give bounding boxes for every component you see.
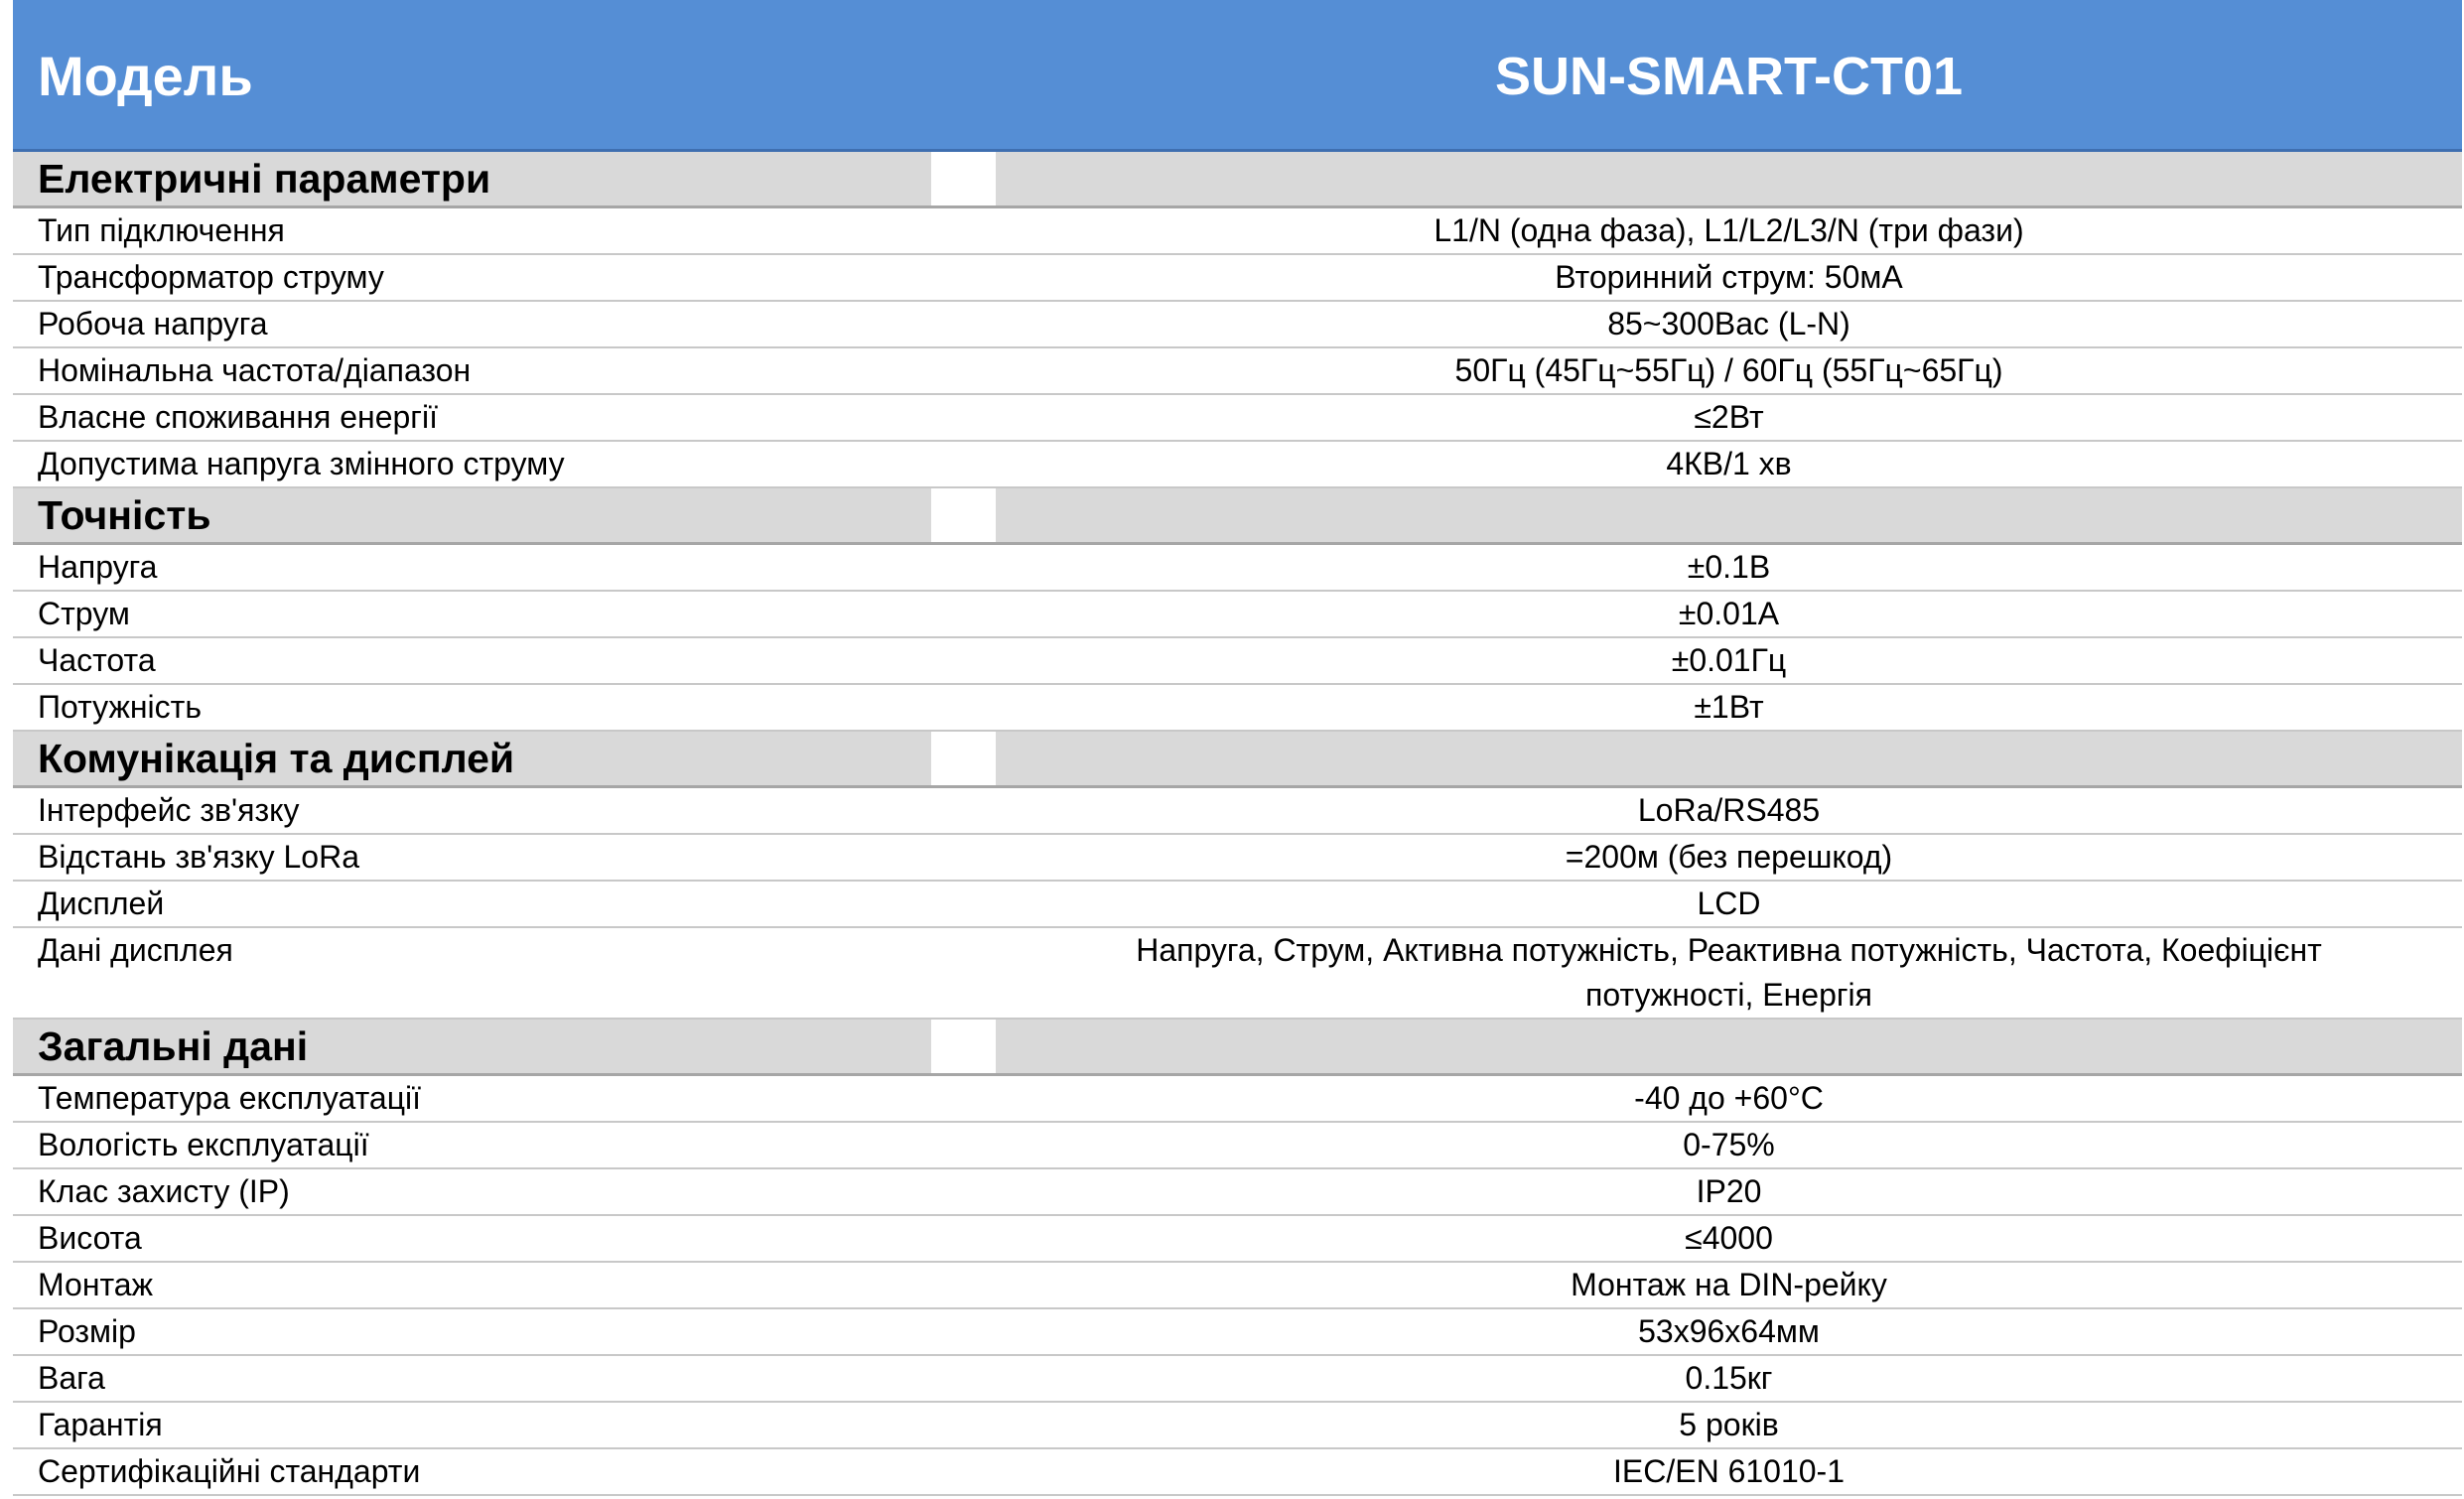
- table-row: Відстань зв'язку LoRa =200м (без перешкод…: [13, 835, 2462, 882]
- table-header: Модель SUN-SMART-CT01: [13, 0, 2462, 152]
- section-gap: [931, 732, 996, 785]
- table-row: Частота ±0.01Гц: [13, 638, 2462, 685]
- row-value: 0-75%: [1683, 1127, 1775, 1162]
- row-value: ±0.01Гц: [1671, 642, 1787, 678]
- section-title: Загальні дані: [13, 1020, 931, 1073]
- row-value: ≤4000: [1685, 1220, 1773, 1256]
- table-row: Власне споживання енергії ≤2Вт: [13, 395, 2462, 442]
- row-value: IP20: [1696, 1173, 1762, 1209]
- table-row: Трансформатор струму Вторинний струм: 50м…: [13, 255, 2462, 302]
- table-row: Монтаж Монтаж на DIN-рейку: [13, 1263, 2462, 1309]
- row-label: Температура експлуатації: [38, 1080, 422, 1116]
- row-label: Допустима напруга змінного струму: [38, 446, 565, 481]
- row-value: 53x96x64мм: [1638, 1313, 1820, 1349]
- table-row: Гарантія 5 років: [13, 1403, 2462, 1449]
- section-title: Комунікація та дисплей: [13, 732, 931, 785]
- table-row: Висота ≤4000: [13, 1216, 2462, 1263]
- row-label: Дані дисплея: [38, 932, 233, 968]
- row-label: Номінальна частота/діапазон: [38, 352, 472, 388]
- model-name: SUN-SMART-CT01: [1494, 46, 1964, 106]
- row-value: L1/N (одна фаза), L1/L2/L3/N (три фази): [1434, 212, 2024, 248]
- spec-table-body: Електричні параметри Тип підключення L1/N …: [13, 152, 2462, 1496]
- table-row: Розмір 53x96x64мм: [13, 1309, 2462, 1356]
- row-label: Гарантія: [38, 1407, 163, 1442]
- row-label: Сертифікаційні стандарти: [38, 1453, 421, 1489]
- table-row: Дані дисплея Напруга, Струм, Активна поту…: [13, 928, 2462, 1020]
- spec-sheet: Модель SUN-SMART-CT01 Електричні парамет…: [13, 0, 2462, 1496]
- table-row: Температура експлуатації -40 до +60°C: [13, 1076, 2462, 1123]
- row-label: Робоча напруга: [38, 306, 268, 341]
- section-gap: [931, 1020, 996, 1073]
- section-gap: [931, 152, 996, 205]
- row-label: Розмір: [38, 1313, 136, 1349]
- table-row: Тип підключення L1/N (одна фаза), L1/L2/L…: [13, 208, 2462, 255]
- row-label: Дисплей: [38, 886, 165, 921]
- row-value: LCD: [1697, 886, 1761, 921]
- table-row: Дисплей LCD: [13, 882, 2462, 928]
- table-row: Допустима напруга змінного струму 4КВ/1 х…: [13, 442, 2462, 488]
- section-fill: [996, 1020, 2462, 1073]
- row-label: Клас захисту (IP): [38, 1173, 290, 1209]
- row-label: Інтерфейс зв'язку: [38, 792, 300, 828]
- row-label: Монтаж: [38, 1267, 153, 1302]
- row-label: Вага: [38, 1360, 105, 1396]
- row-label: Частота: [38, 642, 156, 678]
- model-label: Модель: [38, 45, 253, 107]
- section-title: Електричні параметри: [13, 152, 931, 205]
- row-label: Тип підключення: [38, 212, 285, 248]
- row-value: 4КВ/1 хв: [1666, 446, 1792, 481]
- section-header: Комунікація та дисплей: [13, 732, 2462, 788]
- table-row: Вологість експлуатації 0-75%: [13, 1123, 2462, 1169]
- row-label: Вологість експлуатації: [38, 1127, 369, 1162]
- row-label: Трансформатор струму: [38, 259, 384, 295]
- row-value: ±0.1В: [1687, 549, 1771, 585]
- row-value: Монтаж на DIN-рейку: [1571, 1267, 1887, 1302]
- row-label: Відстань зв'язку LoRa: [38, 839, 359, 875]
- table-row: Вага 0.15кг: [13, 1356, 2462, 1403]
- row-value: 50Гц (45Гц~55Гц) / 60Гц (55Гц~65Гц): [1454, 352, 2003, 388]
- row-label: Потужність: [38, 689, 202, 725]
- row-label: Висота: [38, 1220, 142, 1256]
- row-value: LoRa/RS485: [1637, 792, 1821, 828]
- section-header: Точність: [13, 488, 2462, 545]
- table-row: Потужність ±1Вт: [13, 685, 2462, 732]
- row-value: -40 до +60°C: [1634, 1080, 1824, 1116]
- table-row: Напруга ±0.1В: [13, 545, 2462, 592]
- row-value: IEC/EN 61010-1: [1612, 1453, 1845, 1489]
- row-value: =200м (без перешкод): [1565, 839, 1893, 875]
- row-value: 85~300Вас (L-N): [1607, 306, 1850, 341]
- row-value: Напруга, Струм, Активна потужність, Реак…: [1136, 932, 2322, 1013]
- table-row: Сертифікаційні стандарти IEC/EN 61010-1: [13, 1449, 2462, 1496]
- section-fill: [996, 152, 2462, 205]
- table-row: Інтерфейс зв'язку LoRa/RS485: [13, 788, 2462, 835]
- table-row: Клас захисту (IP) IP20: [13, 1169, 2462, 1216]
- row-value: Вторинний струм: 50мА: [1555, 259, 1903, 295]
- row-value: ≤2Вт: [1694, 399, 1764, 435]
- row-label: Власне споживання енергії: [38, 399, 438, 435]
- row-value: 5 років: [1679, 1407, 1779, 1442]
- row-value: ±0.01А: [1678, 596, 1780, 631]
- table-row: Струм ±0.01А: [13, 592, 2462, 638]
- row-label: Напруга: [38, 549, 158, 585]
- section-title: Точність: [13, 488, 931, 542]
- table-row: Номінальна частота/діапазон 50Гц (45Гц~55…: [13, 348, 2462, 395]
- row-label: Струм: [38, 596, 130, 631]
- section-fill: [996, 732, 2462, 785]
- row-value: ±1Вт: [1694, 689, 1764, 725]
- section-header: Електричні параметри: [13, 152, 2462, 208]
- section-gap: [931, 488, 996, 542]
- table-row: Робоча напруга 85~300Вас (L-N): [13, 302, 2462, 348]
- section-header: Загальні дані: [13, 1020, 2462, 1076]
- row-value: 0.15кг: [1685, 1360, 1773, 1396]
- section-fill: [996, 488, 2462, 542]
